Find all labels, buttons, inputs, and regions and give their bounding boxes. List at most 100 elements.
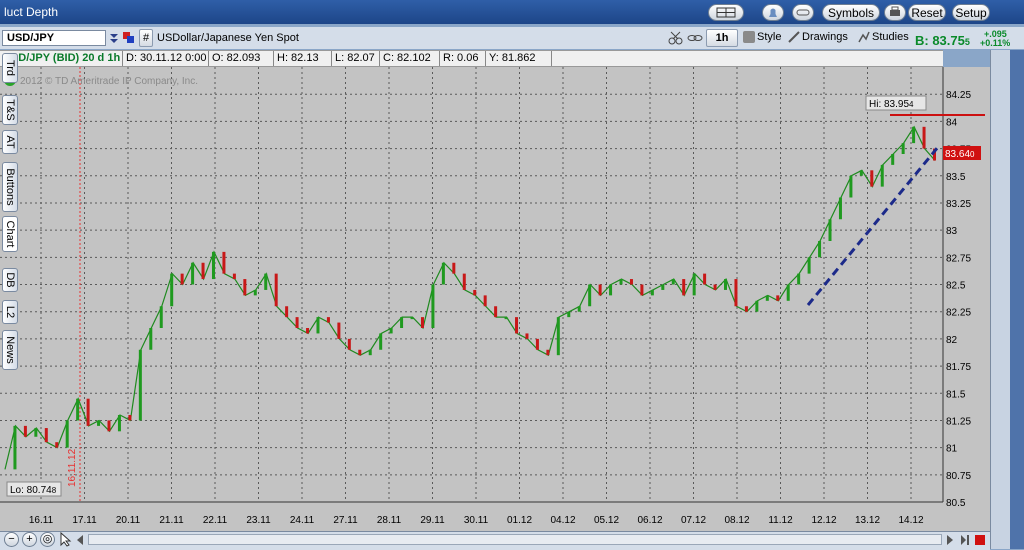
tab-news[interactable]: News (2, 330, 18, 370)
y-tick-label: 82.5 (946, 281, 966, 292)
candle (922, 126, 926, 149)
candle (912, 126, 916, 144)
layout-grid-icon[interactable] (708, 4, 744, 21)
style-label: Style (757, 31, 782, 43)
chain-icon[interactable] (686, 30, 704, 46)
chevron-down-icon[interactable] (108, 31, 120, 45)
symbols-button[interactable]: Symbols (822, 4, 880, 21)
drawings-label: Drawings (802, 31, 848, 43)
candle (170, 273, 174, 307)
hi-label-main: Hi: 83.95 (869, 99, 909, 110)
hash-button[interactable]: # (139, 29, 153, 47)
tab-trd[interactable]: Trd (2, 53, 18, 83)
chart-settings-icon[interactable] (973, 533, 987, 547)
candle (368, 349, 372, 356)
candle (379, 333, 383, 350)
x-tick-label: 01.12 (507, 515, 532, 526)
zoom-fit-icon[interactable]: ◎ (40, 532, 55, 547)
candle (838, 197, 842, 220)
date-value: D: 30.11.12 0:00 (123, 51, 209, 66)
tab-buttons-label: Buttons (4, 168, 16, 206)
candle (97, 420, 101, 426)
x-tick-label: 20.11 (116, 515, 141, 526)
tab-l2[interactable]: L2 (2, 300, 18, 324)
pointer-icon[interactable] (58, 531, 72, 547)
price-chart[interactable]: 84.258483.7583.583.258382.7582.582.25828… (0, 67, 990, 531)
candle (65, 420, 69, 448)
link-icon[interactable] (792, 4, 814, 21)
candle (494, 306, 498, 318)
tab-chart[interactable]: Chart (2, 216, 18, 252)
setup-button[interactable]: Setup (952, 4, 990, 21)
bell-icon[interactable] (762, 4, 784, 21)
printer-icon[interactable] (884, 4, 906, 21)
style-icon (743, 31, 755, 43)
hi-label: Hi: 83.954 (869, 99, 914, 110)
candle (849, 175, 853, 198)
candle (159, 306, 163, 328)
x-tick-label: 22.11 (203, 515, 228, 526)
bid-price: B: 83.755 (915, 33, 970, 48)
tab-at[interactable]: AT (2, 130, 18, 154)
x-tick-label: 07.12 (681, 515, 706, 526)
lo-label-sub: 8 (52, 486, 57, 495)
y-tick-label: 84 (946, 117, 958, 128)
candle (431, 284, 435, 328)
style-button[interactable]: Style (741, 29, 783, 47)
candle (797, 273, 801, 285)
candle (180, 273, 184, 285)
symbol-description: USDollar/Japanese Yen Spot (157, 32, 299, 44)
title-bar: luct Depth Symbols Reset Setup (0, 0, 1024, 24)
x-tick-label: 17.11 (72, 515, 97, 526)
x-tick-label: 14.12 (898, 515, 923, 526)
y-tick-label: 81 (946, 444, 958, 455)
zoom-out-icon[interactable]: − (4, 532, 19, 547)
window-title: luct Depth (4, 5, 59, 19)
zoom-in-icon[interactable]: + (22, 532, 37, 547)
scroll-end-icon[interactable] (958, 533, 972, 547)
candle (400, 317, 404, 328)
tab-db[interactable]: DB (2, 268, 18, 292)
drawings-button[interactable]: Drawings (786, 29, 852, 47)
horizontal-scrollbar[interactable] (88, 534, 942, 545)
candle (828, 219, 832, 241)
scissors-icon[interactable] (667, 30, 685, 46)
y-tick-label: 84.25 (946, 90, 971, 101)
y-tick-label: 80.75 (946, 471, 971, 482)
candle (640, 284, 644, 296)
tab-buttons[interactable]: Buttons (2, 162, 18, 212)
candle (264, 273, 268, 290)
y-tick-label: 81.75 (946, 362, 971, 373)
bid-price-sub: 5 (964, 37, 970, 47)
scroll-left-icon[interactable] (74, 533, 86, 547)
candle (901, 143, 905, 154)
candle (535, 338, 539, 350)
window-edge-scrollbar[interactable] (1010, 50, 1024, 549)
y-value: Y: 81.862 (486, 51, 552, 66)
x-tick-label: 04.12 (550, 515, 575, 526)
reset-button[interactable]: Reset (908, 4, 946, 21)
candle (859, 170, 863, 176)
candle (682, 279, 686, 296)
chart-title: USD/JPY (BID) 20 d 1h (0, 51, 123, 66)
candle (326, 317, 330, 323)
link-color-icon[interactable] (122, 31, 136, 45)
studies-button[interactable]: Studies (856, 29, 912, 47)
candle (441, 262, 445, 285)
y-tick-label: 83.5 (946, 172, 966, 183)
scroll-right-icon[interactable] (944, 533, 956, 547)
candle (807, 257, 811, 274)
tab-db-label: DB (4, 272, 16, 288)
x-tick-label: 24.11 (290, 515, 315, 526)
period-button[interactable]: 1h (706, 29, 738, 47)
candle (253, 289, 257, 296)
tab-chart-label: Chart (4, 220, 16, 248)
range-value: R: 0.06 (440, 51, 486, 66)
candle (337, 322, 341, 339)
candle (671, 279, 675, 285)
candle (316, 317, 320, 334)
candle (107, 420, 111, 432)
candle (546, 349, 550, 356)
tab-tns[interactable]: T&S (2, 95, 18, 125)
symbol-input[interactable]: USD/JPY (2, 30, 106, 46)
